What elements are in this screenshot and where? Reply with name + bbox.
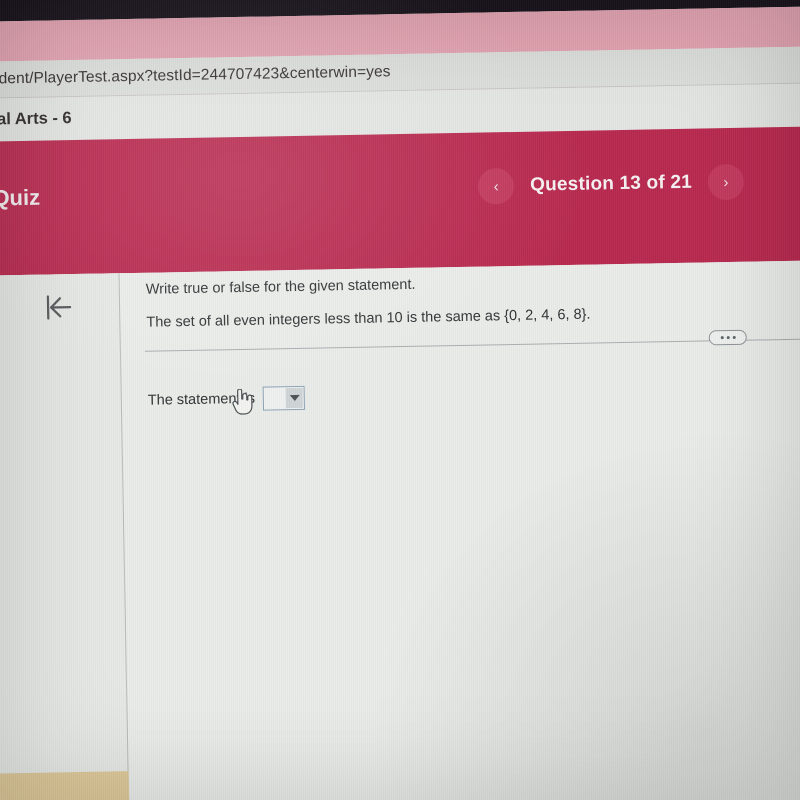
question-instruction: Write true or false for the given statem… <box>145 276 416 298</box>
left-rail <box>0 273 130 800</box>
caret-down-icon[interactable] <box>285 387 304 409</box>
url-text: udent/PlayerTest.aspx?testId=244707423&c… <box>0 63 391 88</box>
ellipsis-icon <box>720 336 724 340</box>
answer-row: The statement is <box>147 385 306 413</box>
answer-dropdown[interactable] <box>262 385 306 411</box>
question-navigation: ‹ Question 13 of 21 › <box>477 163 745 205</box>
page-title: ral Arts - 6 <box>0 109 72 129</box>
quiz-title: 2 Quiz <box>0 184 41 211</box>
quiz-body: Write true or false for the given statem… <box>0 260 800 800</box>
ellipsis-icon <box>726 336 730 340</box>
answer-label: The statement is <box>147 390 256 409</box>
quiz-header: 2 Quiz ‹ Question 13 of 21 › <box>0 126 800 276</box>
more-options-button[interactable] <box>708 329 747 346</box>
previous-question-button[interactable]: ‹ <box>477 167 515 205</box>
skip-to-start-icon[interactable] <box>40 290 77 325</box>
question-counter: Question 13 of 21 <box>529 171 693 196</box>
browser-window: udent/PlayerTest.aspx?testId=244707423&c… <box>0 0 800 800</box>
screen-photo: udent/PlayerTest.aspx?testId=244707423&c… <box>0 0 800 800</box>
question-statement: The set of all even integers less than 1… <box>146 306 591 331</box>
question-text: Write true or false for the given statem… <box>146 272 747 332</box>
section-divider <box>144 338 800 352</box>
chevron-right-icon: › <box>723 173 729 191</box>
rail-color-block <box>0 771 130 800</box>
ellipsis-icon <box>732 335 736 339</box>
chevron-left-icon: ‹ <box>493 177 499 195</box>
next-question-button[interactable]: › <box>707 163 745 201</box>
question-pane: Write true or false for the given statem… <box>119 260 800 800</box>
